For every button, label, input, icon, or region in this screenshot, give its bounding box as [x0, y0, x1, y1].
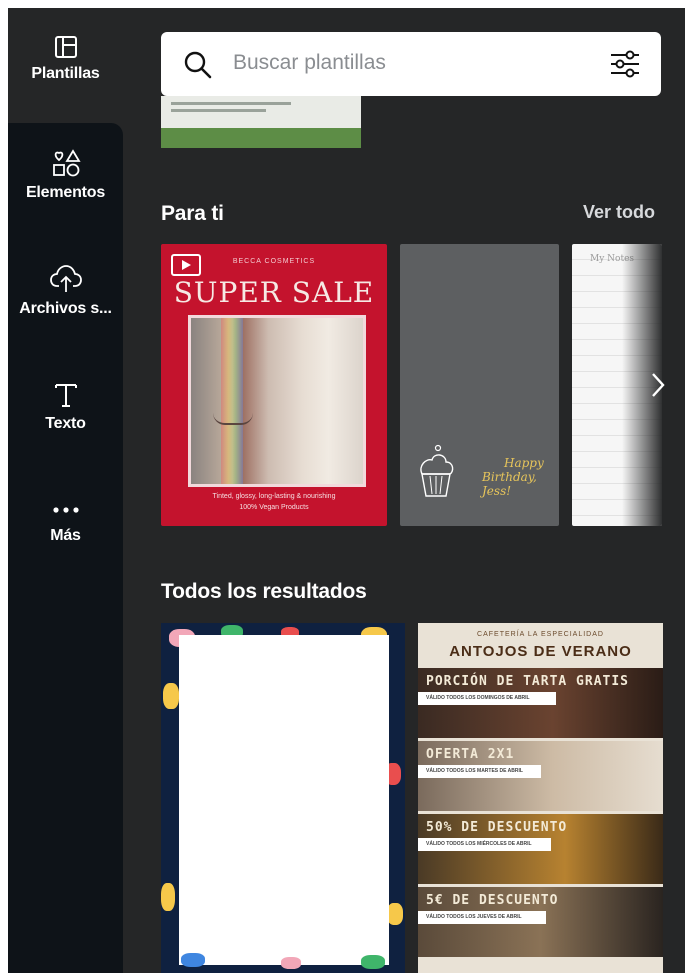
cafe-title: ANTOJOS DE VERANO — [449, 643, 632, 660]
sidebar-item-archivos[interactable]: Archivos s... — [8, 264, 123, 334]
more-dots-icon — [8, 505, 123, 515]
card-text: Happy Birthday, Jess! — [482, 456, 559, 498]
sidebar-item-label: Más — [50, 527, 81, 544]
cafe-row-label: 5€ DE DESCUENTO — [426, 893, 559, 908]
cafe-row-label: 50% DE DESCUENTO — [426, 820, 568, 835]
cafe-row-label: OFERTA 2X1 — [426, 747, 515, 762]
card-footer-line: 100% Vegan Products — [239, 504, 309, 511]
templates-panel: Buscar plantillas Para ti Ver todo BECCA… — [123, 8, 685, 973]
cafe-row-tag: VÁLIDO TODOS LOS DOMINGOS DE ABRIL — [418, 692, 556, 705]
see-all-link[interactable]: Ver todo — [583, 202, 655, 223]
template-card-super-sale[interactable]: BECCA COSMETICS SUPER SALE Tinted, gloss… — [161, 244, 387, 526]
editor-app: Plantillas Elementos Archivos s... Texto — [8, 8, 685, 973]
card-headline: SUPER SALE — [173, 276, 375, 309]
cafe-row: PORCIÓN DE TARTA GRATIS VÁLIDO TODOS LOS… — [418, 668, 663, 738]
sidebar-item-label: Elementos — [25, 184, 106, 201]
card-brand: BECCA COSMETICS — [232, 258, 316, 265]
card-footer-line: Tinted, glossy, long-lasting & nourishin… — [212, 493, 336, 500]
cafe-row-label: PORCIÓN DE TARTA GRATIS — [426, 674, 630, 689]
section-title-para-ti: Para ti — [161, 202, 224, 225]
sidebar-item-label: Texto — [45, 415, 86, 432]
search-input[interactable]: Buscar plantillas — [233, 51, 386, 75]
template-thumbnail[interactable] — [161, 96, 361, 148]
sidebar-item-elementos[interactable]: Elementos — [8, 148, 123, 218]
sidebar: Plantillas Elementos Archivos s... Texto — [8, 8, 123, 973]
cloud-upload-icon — [8, 264, 123, 294]
text-icon — [8, 381, 123, 409]
cafe-row-tag: VÁLIDO TODOS LOS MIÉRCOLES DE ABRIL — [418, 838, 551, 851]
cafe-row: OFERTA 2X1 VÁLIDO TODOS LOS MARTES DE AB… — [418, 741, 663, 811]
filter-sliders-icon[interactable] — [609, 49, 641, 84]
template-card-birthday[interactable]: Happy Birthday, Jess! — [400, 244, 559, 526]
sidebar-item-texto[interactable]: Texto — [8, 381, 123, 451]
cafe-row-tag: VÁLIDO TODOS LOS JUEVES DE ABRIL — [418, 911, 546, 924]
template-card-notes[interactable]: My Notes — [572, 244, 662, 526]
chevron-right-icon[interactable] — [651, 372, 665, 403]
template-card-cafe-menu[interactable]: CAFETERÍA LA ESPECIALIDAD ANTOJOS DE VER… — [418, 623, 663, 973]
sidebar-item-plantillas[interactable]: Plantillas — [8, 8, 123, 123]
cafe-row: 5€ DE DESCUENTO VÁLIDO TODOS LOS JUEVES … — [418, 887, 663, 957]
card-text-line: Birthday, Jess! — [482, 470, 537, 498]
template-icon — [8, 35, 123, 59]
cafe-row-tag: VÁLIDO TODOS LOS MARTES DE ABRIL — [418, 765, 541, 778]
section-title-todos-los-resultados: Todos los resultados — [161, 580, 367, 603]
card-photo — [188, 315, 366, 487]
cupcake-icon — [416, 444, 456, 505]
cafe-row: 50% DE DESCUENTO VÁLIDO TODOS LOS MIÉRCO… — [418, 814, 663, 884]
template-card-floral-frame[interactable] — [161, 623, 405, 973]
sidebar-item-mas[interactable]: Más — [8, 505, 123, 565]
card-text-line: Happy — [504, 456, 544, 470]
sidebar-item-label: Archivos s... — [19, 300, 112, 317]
cafe-subtitle: CAFETERÍA LA ESPECIALIDAD — [477, 631, 604, 638]
shapes-icon — [8, 148, 123, 178]
sidebar-item-label: Plantillas — [31, 65, 100, 82]
search-bar[interactable]: Buscar plantillas — [161, 32, 661, 96]
search-icon[interactable] — [183, 50, 213, 85]
